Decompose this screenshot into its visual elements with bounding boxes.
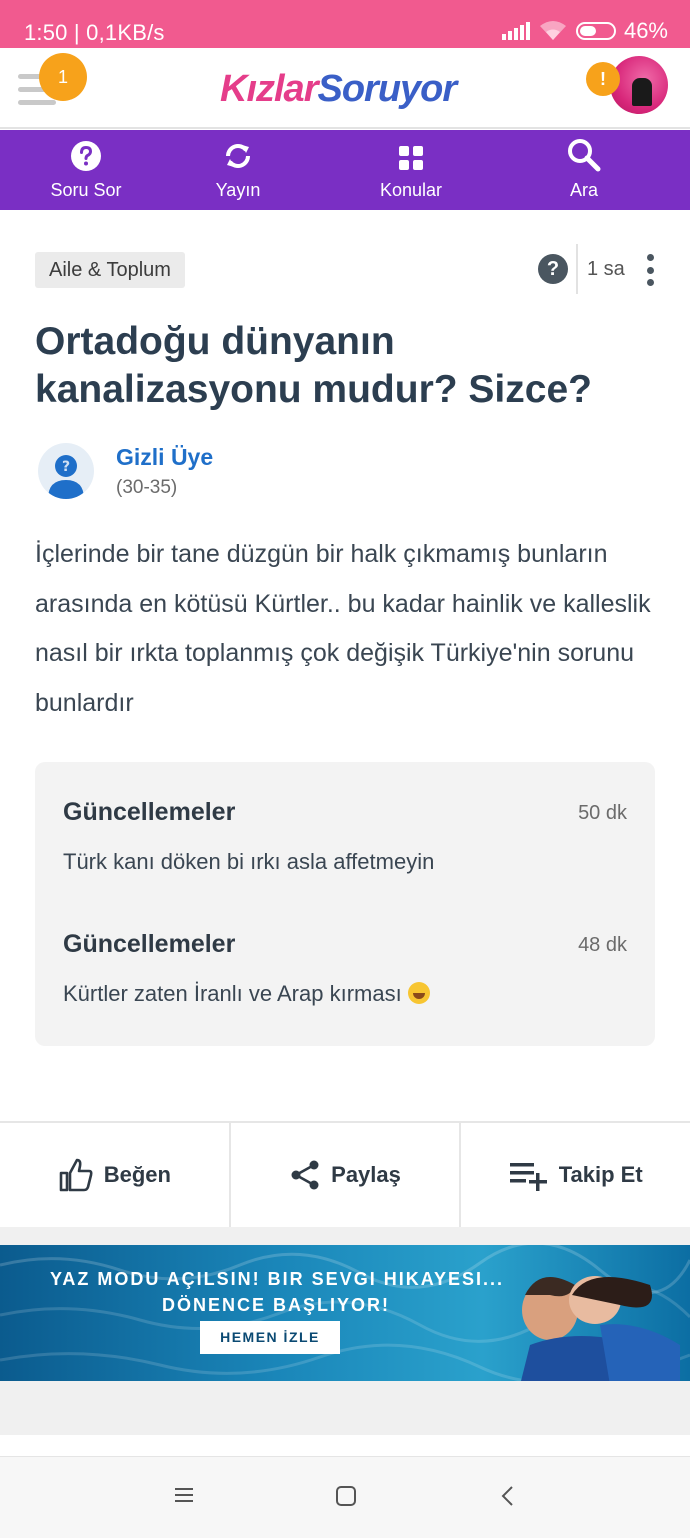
main-nav: Soru Sor Yayın Konular Ara (0, 130, 690, 210)
nav-label: Soru Sor (50, 180, 122, 200)
site-logo[interactable]: KızlarSoruyor (220, 68, 457, 111)
share-icon (291, 1160, 319, 1190)
nav-label: Ara (569, 180, 598, 200)
recent-apps-icon[interactable] (174, 1485, 194, 1505)
alert-badge[interactable]: ! (586, 62, 620, 96)
logo-part2: Soruyor (317, 68, 457, 110)
logo-part1: Kızlar (220, 68, 318, 110)
share-label: Paylaş (331, 1162, 401, 1187)
nav-label: Yayın (215, 180, 261, 200)
like-button[interactable]: Beğen (0, 1123, 231, 1227)
updates-box: Güncellemeler 50 dk Türk kanı döken bi ı… (35, 762, 655, 1046)
update-item: Güncellemeler 50 dk Türk kanı döken bi ı… (63, 798, 627, 875)
author-age: (30-35) (116, 477, 178, 498)
wifi-icon (539, 21, 566, 40)
update-time: 50 dk (578, 802, 627, 824)
update-item: Güncellemeler 48 dk Kürtler zaten İranlı… (63, 930, 627, 1007)
update-text-content: Kürtler zaten İranlı ve Arap kırması (63, 981, 402, 1006)
battery-icon (575, 22, 616, 40)
author-avatar[interactable]: ? (38, 443, 94, 499)
system-nav-bar (0, 1456, 690, 1538)
follow-label: Takip Et (558, 1162, 643, 1187)
spacer (0, 1381, 690, 1435)
thumbs-up-icon (59, 1158, 93, 1192)
banner-line1: YAZ MODU AÇILSIN! BIR SEVGI HIKAYESI... (50, 1269, 505, 1289)
more-options-icon[interactable] (640, 254, 660, 286)
question-circle-icon (71, 141, 101, 171)
playlist-add-icon (509, 1163, 547, 1191)
meta-divider (576, 244, 578, 294)
watch-now-button[interactable]: HEMEN İZLE (200, 1321, 340, 1354)
status-time: 1:50 | 0,1KB/s (24, 20, 165, 45)
banner-line2: DÖNENCE BAŞLIYOR! (162, 1295, 391, 1315)
laughing-emoji-icon (407, 982, 430, 1004)
like-label: Beğen (103, 1162, 171, 1187)
follow-button[interactable]: Takip Et (461, 1123, 690, 1227)
home-icon[interactable] (335, 1485, 357, 1507)
spacer (0, 1227, 690, 1245)
question-body: İçlerinde bir tane düzgün bir halk çıkma… (35, 540, 651, 717)
anonymous-user-icon: ? (48, 455, 84, 499)
status-icons: 46% (501, 18, 668, 44)
notification-badge[interactable]: 1 (39, 53, 87, 101)
update-title: Güncellemeler (63, 798, 236, 826)
update-text: Türk kanı döken bi ırkı asla affetmeyin (63, 849, 435, 874)
app-header: 1 KızlarSoruyor ! (0, 48, 690, 129)
author-name[interactable]: Gizli Üye (116, 444, 213, 471)
category-tag[interactable]: Aile & Toplum (35, 252, 185, 288)
post-time: 1 sa (587, 258, 625, 280)
nav-topics[interactable]: Konular (370, 130, 452, 210)
back-icon[interactable] (500, 1485, 516, 1507)
signal-icon (501, 22, 530, 40)
search-icon (568, 139, 601, 172)
action-bar: Beğen Paylaş Takip Et (0, 1121, 690, 1227)
grid-icon (399, 146, 423, 170)
share-button[interactable]: Paylaş (231, 1123, 462, 1227)
help-icon[interactable]: ? (538, 254, 568, 284)
update-title: Güncellemeler (63, 930, 236, 958)
update-text: Kürtler zaten İranlı ve Arap kırması (63, 981, 627, 1007)
nav-search[interactable]: Ara (556, 130, 612, 210)
nav-label: Konular (379, 180, 443, 200)
update-time: 48 dk (578, 934, 627, 956)
status-bar: 1:50 | 0,1KB/s 46% (0, 0, 690, 48)
ad-banner[interactable]: YAZ MODU AÇILSIN! BIR SEVGI HIKAYESI... … (0, 1245, 690, 1381)
svg-text:?: ? (62, 459, 70, 475)
nav-feed[interactable]: Yayın (198, 130, 278, 210)
battery-level: 46% (623, 18, 668, 43)
couple-illustration (521, 1276, 680, 1381)
refresh-icon (226, 144, 250, 168)
nav-ask-question[interactable]: Soru Sor (40, 130, 132, 210)
question-title: Ortadoğu dünyanın kanalizasyonu mudur? S… (35, 320, 592, 411)
